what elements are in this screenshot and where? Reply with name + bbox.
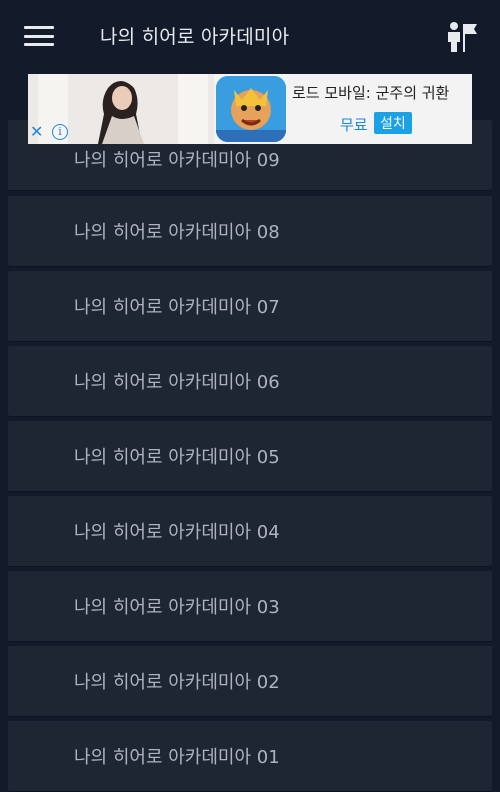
ad-app-icon: [216, 76, 286, 142]
list-item[interactable]: 나의 히어로 아카데미아 01: [8, 721, 492, 791]
hamburger-menu-icon[interactable]: [22, 22, 56, 50]
episode-label: 나의 히어로 아카데미아 05: [74, 447, 280, 468]
episode-label: 나의 히어로 아카데미아 08: [74, 222, 280, 243]
ad-banner[interactable]: 로드 모바일: 군주의 귀환 무료 설치 ✕ i: [28, 74, 472, 144]
close-icon[interactable]: ✕: [30, 124, 46, 140]
list-item[interactable]: 나의 히어로 아카데미아 04: [8, 496, 492, 566]
info-icon[interactable]: i: [52, 124, 68, 140]
episode-label: 나의 히어로 아카데미아 02: [74, 672, 280, 693]
app-bar: 나의 히어로 아카데미아: [0, 0, 500, 72]
page-title: 나의 히어로 아카데미아: [100, 26, 290, 48]
episode-label: 나의 히어로 아카데미아 07: [74, 297, 280, 318]
list-item[interactable]: 나의 히어로 아카데미아 03: [8, 571, 492, 641]
list-item[interactable]: 나의 히어로 아카데미아 06: [8, 346, 492, 416]
episode-label: 나의 히어로 아카데미아 04: [74, 522, 280, 543]
person-flag-icon[interactable]: [444, 18, 480, 54]
list-item[interactable]: 나의 히어로 아카데미아 07: [8, 271, 492, 341]
list-item[interactable]: 나의 히어로 아카데미아 02: [8, 646, 492, 716]
ad-title: 로드 모바일: 군주의 귀환: [292, 84, 450, 102]
ad-free-label: 무료: [340, 116, 368, 134]
episode-label: 나의 히어로 아카데미아 09: [74, 150, 280, 171]
episode-label: 나의 히어로 아카데미아 01: [74, 747, 280, 768]
ad-install-button[interactable]: 설치: [374, 112, 412, 134]
episode-label: 나의 히어로 아카데미아 03: [74, 597, 280, 618]
list-item[interactable]: 나의 히어로 아카데미아 08: [8, 196, 492, 266]
episode-label: 나의 히어로 아카데미아 06: [74, 372, 280, 393]
list-item[interactable]: 나의 히어로 아카데미아 05: [8, 421, 492, 491]
